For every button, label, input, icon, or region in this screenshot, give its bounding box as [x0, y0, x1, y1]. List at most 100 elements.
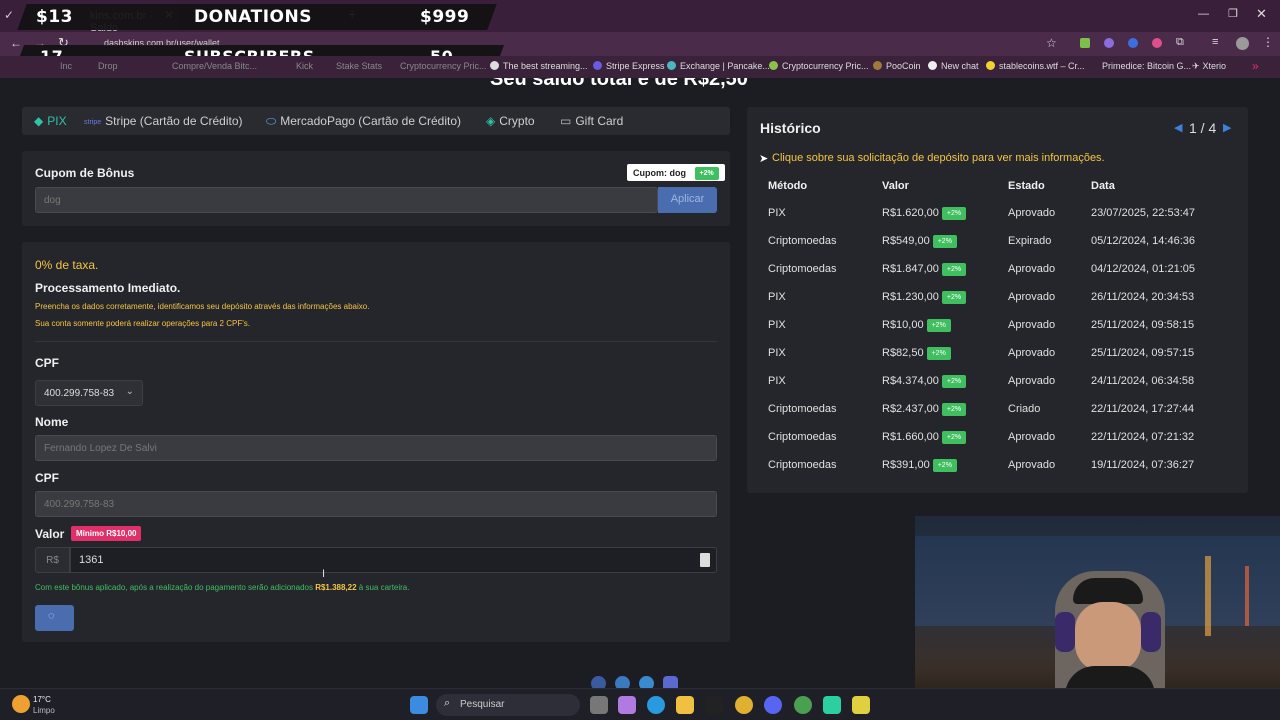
donations-label: DONATIONS: [194, 7, 312, 27]
cpf-select-value: 400.299.758-83: [44, 388, 115, 399]
search-box[interactable]: ⌕ Pesquisar: [436, 694, 580, 716]
pix-deposit-form: 0% de taxa. Processamento Imediato. Pree…: [22, 242, 730, 642]
tab-giftcard[interactable]: ▭ Gift Card: [560, 114, 623, 128]
chrome-active-icon[interactable]: [794, 696, 812, 714]
submit-button[interactable]: ◌: [35, 605, 74, 631]
history-cell-method: PIX: [768, 291, 786, 303]
bookmark-item[interactable]: Compre/Venda Bitc...: [172, 61, 257, 71]
cpf-field[interactable]: 400.299.758-83: [35, 491, 717, 517]
taskview-icon[interactable]: [590, 696, 608, 714]
tiktok-icon[interactable]: [705, 696, 723, 714]
history-cell-date: 26/11/2024, 20:34:53: [1091, 291, 1195, 303]
name-field[interactable]: Fernando Lopez De Salvi: [35, 435, 717, 461]
tab-stripe[interactable]: stripe Stripe (Cartão de Crédito): [84, 114, 243, 128]
extension-icon[interactable]: [1152, 38, 1162, 48]
history-cell-state: Expirado: [1008, 235, 1052, 247]
history-cell-state: Criado: [1008, 403, 1041, 415]
media-icon[interactable]: ≡: [1212, 36, 1218, 48]
headphone: [1141, 612, 1161, 652]
weather-icon[interactable]: [12, 695, 30, 713]
pager-prev-icon[interactable]: ◀: [1174, 121, 1182, 134]
history-cell-state: Aprovado: [1008, 263, 1056, 275]
header-state: Estado: [1008, 180, 1045, 192]
coupon-input[interactable]: dog: [35, 187, 658, 213]
pix-icon: ◆: [34, 114, 44, 128]
amount-value: 1361: [79, 554, 104, 566]
bookmark-item[interactable]: Exchange | Pancake...: [667, 61, 770, 71]
history-row[interactable]: PIX R$82,50 +2% Aprovado 25/11/2024, 09:57:1…: [768, 347, 1228, 375]
history-row[interactable]: PIX R$1.620,00 +2% Aprovado 23/07/2025, 22:5…: [768, 207, 1228, 235]
twitter-icon[interactable]: [639, 676, 654, 688]
discord-icon[interactable]: [764, 696, 782, 714]
bookmark-item[interactable]: Kick: [296, 61, 313, 71]
bookmark-item[interactable]: Cryptocurrency Pric...: [400, 61, 487, 71]
history-row[interactable]: Criptomoedas R$1.660,00 +2% Aprovado 22/11/2…: [768, 431, 1228, 459]
avatar[interactable]: [1236, 37, 1249, 50]
minimize-icon[interactable]: —: [1198, 8, 1209, 20]
amount-input[interactable]: 1361: [70, 547, 717, 573]
history-row[interactable]: Criptomoedas R$2.437,00 +2% Criado 22/11/202…: [768, 403, 1228, 431]
history-row[interactable]: PIX R$10,00 +2% Aprovado 25/11/2024, 09:58:1…: [768, 319, 1228, 347]
bookmark-item[interactable]: Primedice: Bitcoin G...: [1102, 61, 1191, 71]
stablecoin-icon: [986, 61, 995, 70]
face: [1075, 602, 1141, 672]
bookmark-label: New chat: [941, 61, 979, 71]
history-cell-method: Criptomoedas: [768, 403, 837, 415]
bonus-pct-badge: +2%: [926, 319, 951, 332]
stepper-icon[interactable]: [700, 553, 710, 567]
app-icon[interactable]: [852, 696, 870, 714]
file-explorer-icon[interactable]: [676, 696, 694, 714]
bookmark-item[interactable]: Drop: [98, 61, 118, 71]
chrome-icon[interactable]: [735, 696, 753, 714]
bookmark-item[interactable]: PooCoin: [873, 61, 921, 71]
pager-next-icon[interactable]: ▶: [1223, 121, 1231, 134]
bookmark-item[interactable]: Stake Stats: [336, 61, 382, 71]
extension-icon[interactable]: [1128, 38, 1138, 48]
bookmark-item[interactable]: Inc: [60, 61, 72, 71]
edge-icon[interactable]: [647, 696, 665, 714]
back-icon[interactable]: ←: [10, 36, 22, 50]
app-icon[interactable]: [823, 696, 841, 714]
extension-icon[interactable]: [1080, 38, 1090, 48]
cpf-select[interactable]: 400.299.758-83 ⌄: [35, 380, 143, 406]
tab-crypto[interactable]: ◈ Crypto: [486, 114, 535, 128]
bookmarks-overflow-icon[interactable]: »: [1252, 59, 1259, 73]
history-row[interactable]: Criptomoedas R$549,00 +2% Expirado 05/12/202…: [768, 235, 1228, 263]
header-method: Método: [768, 180, 808, 192]
history-row[interactable]: Criptomoedas R$1.847,00 +2% Aprovado 04/12/2…: [768, 263, 1228, 291]
facebook-icon[interactable]: [591, 676, 606, 688]
history-row[interactable]: PIX R$1.230,00 +2% Aprovado 26/11/2024, 20:3…: [768, 291, 1228, 319]
bonus-prefix: Com este bônus aplicado, após a realizaç…: [35, 583, 316, 592]
bookmark-item[interactable]: The best streaming...: [490, 61, 588, 71]
history-cell-date: 22/11/2024, 17:27:44: [1091, 403, 1195, 415]
copilot-icon[interactable]: [618, 696, 636, 714]
history-cell-value: R$391,00 +2%: [882, 459, 957, 472]
history-card: Histórico ◀ 1 / 4 ▶ ➤ Clique sobre sua s…: [747, 107, 1248, 493]
bookmark-star-icon[interactable]: ☆: [1046, 36, 1057, 50]
tab-menu-icon[interactable]: ✓: [4, 8, 20, 24]
bookmark-item[interactable]: ✈ Xterio: [1192, 61, 1226, 72]
history-row[interactable]: PIX R$4.374,00 +2% Aprovado 24/11/2024, 06:3…: [768, 375, 1228, 403]
bookmark-item[interactable]: New chat: [928, 61, 979, 71]
processing-text: Processamento Imediato.: [35, 281, 181, 295]
extension-icon[interactable]: [1104, 38, 1114, 48]
telegram-icon[interactable]: [615, 676, 630, 688]
instagram-icon[interactable]: [663, 676, 678, 688]
more-menu-icon[interactable]: ⋮: [1262, 35, 1274, 49]
apply-coupon-button[interactable]: Aplicar: [658, 187, 717, 213]
maximize-icon[interactable]: ❐: [1228, 7, 1238, 20]
history-row[interactable]: Criptomoedas R$391,00 +2% Aprovado 19/11/202…: [768, 459, 1228, 487]
bonus-pct-badge: +2%: [932, 235, 957, 248]
close-window-icon[interactable]: ✕: [1256, 6, 1267, 22]
tab-mercadopago[interactable]: ⬭ MercadoPago (Cartão de Crédito): [266, 114, 461, 129]
bookmark-item[interactable]: Cryptocurrency Pric...: [769, 61, 869, 71]
windows-start-icon[interactable]: [410, 696, 428, 714]
tab-pix[interactable]: ◆ PIX: [34, 114, 67, 128]
pager-label: 1 / 4: [1189, 120, 1217, 136]
chevron-down-icon: ⌄: [125, 386, 134, 397]
extensions-puzzle-icon[interactable]: ⧉: [1176, 36, 1184, 49]
bonus-pct-badge: +2%: [941, 375, 967, 388]
tab-label: Crypto: [499, 114, 535, 128]
bookmark-item[interactable]: Stripe Express: [593, 61, 665, 71]
bookmark-item[interactable]: stablecoins.wtf – Cr...: [986, 61, 1085, 71]
